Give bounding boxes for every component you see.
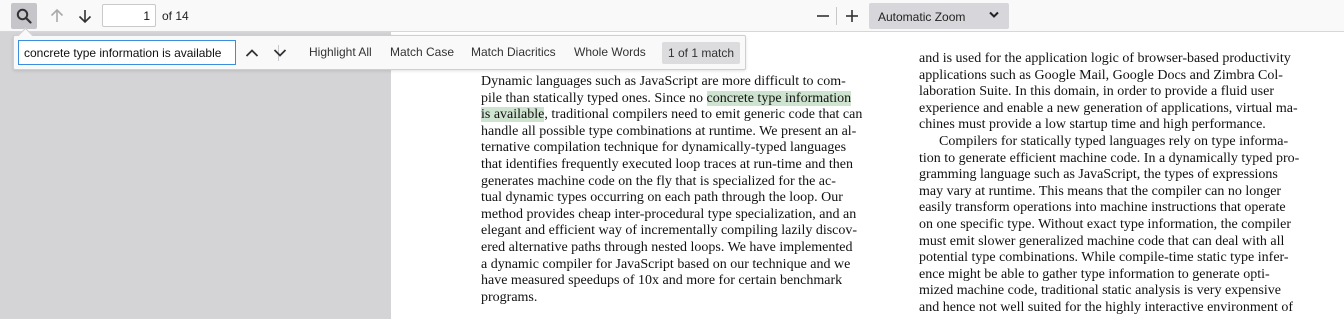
- text-line: potential type combinations. While compi…: [919, 250, 1289, 266]
- text-line: ered alternative paths through nested lo…: [481, 240, 853, 255]
- text-line: pile than statically typed ones. Since n…: [481, 90, 852, 108]
- text-line: may vary at runtime. This means that the…: [919, 183, 1282, 199]
- text-line: Compilers for statically typed languages…: [939, 134, 1289, 149]
- match-count: 1 of 1 match: [662, 42, 741, 64]
- text-line: generates machine code on the fly that i…: [481, 173, 836, 189]
- find-input[interactable]: [18, 40, 236, 65]
- page-number-input[interactable]: [102, 4, 156, 27]
- next-page-button[interactable]: [72, 3, 98, 29]
- chevron-down-icon: [273, 49, 287, 57]
- text-line: tual dynamic types occurring on each pat…: [481, 190, 843, 206]
- text-span: , traditional compilers need to emit gen…: [544, 107, 863, 123]
- find-next-button[interactable]: [268, 42, 292, 64]
- arrow-down-icon: [78, 10, 92, 24]
- minus-icon: [817, 15, 829, 17]
- page-count: of 14: [162, 9, 189, 23]
- find-bar: Highlight All Match Case Match Diacritic…: [13, 35, 746, 70]
- text-line: easily transform operations into machine…: [919, 200, 1286, 216]
- text-line: experience and enable a new generation o…: [919, 100, 1298, 116]
- find-previous-button[interactable]: [240, 42, 264, 64]
- match-case-toggle[interactable]: Match Case: [390, 45, 454, 59]
- text-line: programs.: [481, 289, 538, 305]
- zoom-select[interactable]: Automatic Zoom: [869, 3, 1009, 29]
- text-line: must emit slower generalized machine cod…: [919, 233, 1285, 249]
- search-icon: [16, 8, 32, 24]
- text-line: gramming language such as JavaScript, th…: [919, 167, 1278, 183]
- text-line: and hence not well suited for the highly…: [919, 300, 1293, 315]
- text-line: have measured speedups of 10x and more f…: [481, 273, 843, 289]
- chevron-up-icon: [245, 49, 259, 57]
- text-line: mized machine code, traditional static a…: [919, 283, 1281, 299]
- text-line: and is used for the application logic of…: [919, 51, 1291, 66]
- plus-icon: [846, 10, 858, 22]
- text-span: pile than statically typed ones. Since n…: [481, 90, 707, 106]
- text-line: that identifies frequently executed loop…: [481, 157, 854, 172]
- match-diacritics-toggle[interactable]: Match Diacritics: [471, 45, 556, 59]
- zoom-in-button[interactable]: [839, 3, 865, 29]
- pdf-page: Dynamic languages such as JavaScript are…: [391, 32, 1344, 319]
- text-line: chines must provide a low startup time a…: [919, 117, 1266, 133]
- text-line: applications such as Google Mail, Google…: [919, 67, 1283, 83]
- zoom-out-button[interactable]: [810, 3, 836, 29]
- viewer-background: [0, 32, 390, 319]
- chevron-down-icon: [989, 11, 999, 18]
- whole-words-toggle[interactable]: Whole Words: [574, 45, 646, 59]
- arrow-up-icon: [50, 8, 64, 22]
- text-line: laboration Suite. In this domain, in ord…: [919, 84, 1274, 100]
- zoom-select-value: Automatic Zoom: [878, 10, 966, 24]
- previous-page-button[interactable]: [44, 3, 70, 29]
- text-line: Dynamic languages such as JavaScript are…: [481, 74, 846, 89]
- text-line: handle all possible type combinations at…: [481, 123, 857, 139]
- search-highlight: is available: [481, 107, 545, 123]
- text-line: is available, traditional compilers need…: [481, 107, 862, 124]
- find-toggle-button[interactable]: [11, 3, 37, 29]
- highlight-all-toggle[interactable]: Highlight All: [309, 45, 372, 59]
- pdf-toolbar: of 14 Automatic Zoom: [0, 0, 1344, 32]
- text-line: ence might be able to gather type inform…: [919, 266, 1270, 282]
- text-line: ternative compilation technique for dyna…: [481, 140, 847, 156]
- text-line: a dynamic compiler for JavaScript based …: [481, 256, 851, 272]
- text-line: on one specific type. Without exact type…: [919, 217, 1292, 232]
- text-line: tion to generate efficient machine code.…: [919, 150, 1300, 166]
- text-line: elegant and efficient way of incremental…: [481, 223, 858, 239]
- search-highlight: concrete type information: [706, 90, 852, 106]
- text-line: method provides cheap inter-procedural t…: [481, 206, 857, 222]
- toolbar-separator: [836, 7, 837, 25]
